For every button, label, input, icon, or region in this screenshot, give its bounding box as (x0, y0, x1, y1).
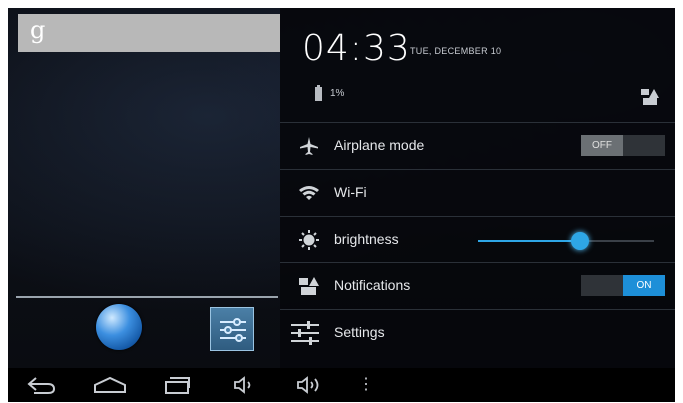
brightness-slider[interactable] (478, 232, 654, 250)
browser-globe-icon[interactable] (96, 304, 142, 350)
device-screen: g 04:33 TUE, DECEMBER 10 1% Airplane mod… (8, 8, 675, 402)
notifications-state: ON (623, 275, 665, 296)
notifications-toggle[interactable]: ON (581, 275, 665, 296)
battery-icon (315, 85, 322, 101)
wifi-label: Wi-Fi (334, 184, 367, 200)
brightness-row: brightness (280, 216, 675, 263)
wifi-icon (299, 186, 319, 200)
notifications-icon (299, 277, 319, 295)
settings-row[interactable]: Settings (280, 309, 675, 356)
airplane-icon (300, 137, 318, 155)
settings-label: Settings (334, 324, 385, 340)
back-icon[interactable] (26, 376, 56, 394)
google-search-icon: g (30, 16, 46, 44)
navigation-bar: ⋮ (8, 368, 675, 402)
airplane-mode-toggle[interactable]: OFF (581, 135, 665, 156)
wifi-row[interactable]: Wi-Fi (280, 169, 675, 216)
clock-time: 04:33 (302, 28, 411, 69)
recent-apps-icon[interactable] (163, 376, 191, 394)
settings-icon (291, 321, 319, 345)
battery-percent: 1% (330, 88, 345, 99)
volume-up-icon[interactable] (296, 376, 324, 394)
dock-divider (16, 296, 278, 298)
home-icon[interactable] (93, 376, 127, 394)
settings-sliders-icon (220, 318, 246, 342)
notifications-row[interactable]: Notifications ON (280, 262, 675, 309)
quick-settings-panel: 04:33 TUE, DECEMBER 10 1% Airplane mode … (280, 8, 675, 368)
airplane-mode-row[interactable]: Airplane mode OFF (280, 122, 675, 169)
volume-down-icon[interactable] (233, 376, 257, 394)
airplane-mode-state: OFF (581, 135, 623, 156)
airplane-mode-label: Airplane mode (334, 137, 425, 153)
brightness-slider-fill (478, 240, 580, 242)
brightness-label: brightness (334, 231, 399, 247)
brightness-icon (299, 230, 319, 250)
google-search-bar[interactable]: g (18, 14, 280, 52)
notifications-label: Notifications (334, 277, 411, 293)
settings-app-icon[interactable] (210, 307, 254, 351)
notifications-toggle-icon[interactable] (640, 88, 660, 106)
brightness-slider-thumb[interactable] (571, 232, 589, 250)
menu-icon[interactable]: ⋮ (358, 374, 374, 394)
clock-date: TUE, DECEMBER 10 (410, 46, 502, 56)
